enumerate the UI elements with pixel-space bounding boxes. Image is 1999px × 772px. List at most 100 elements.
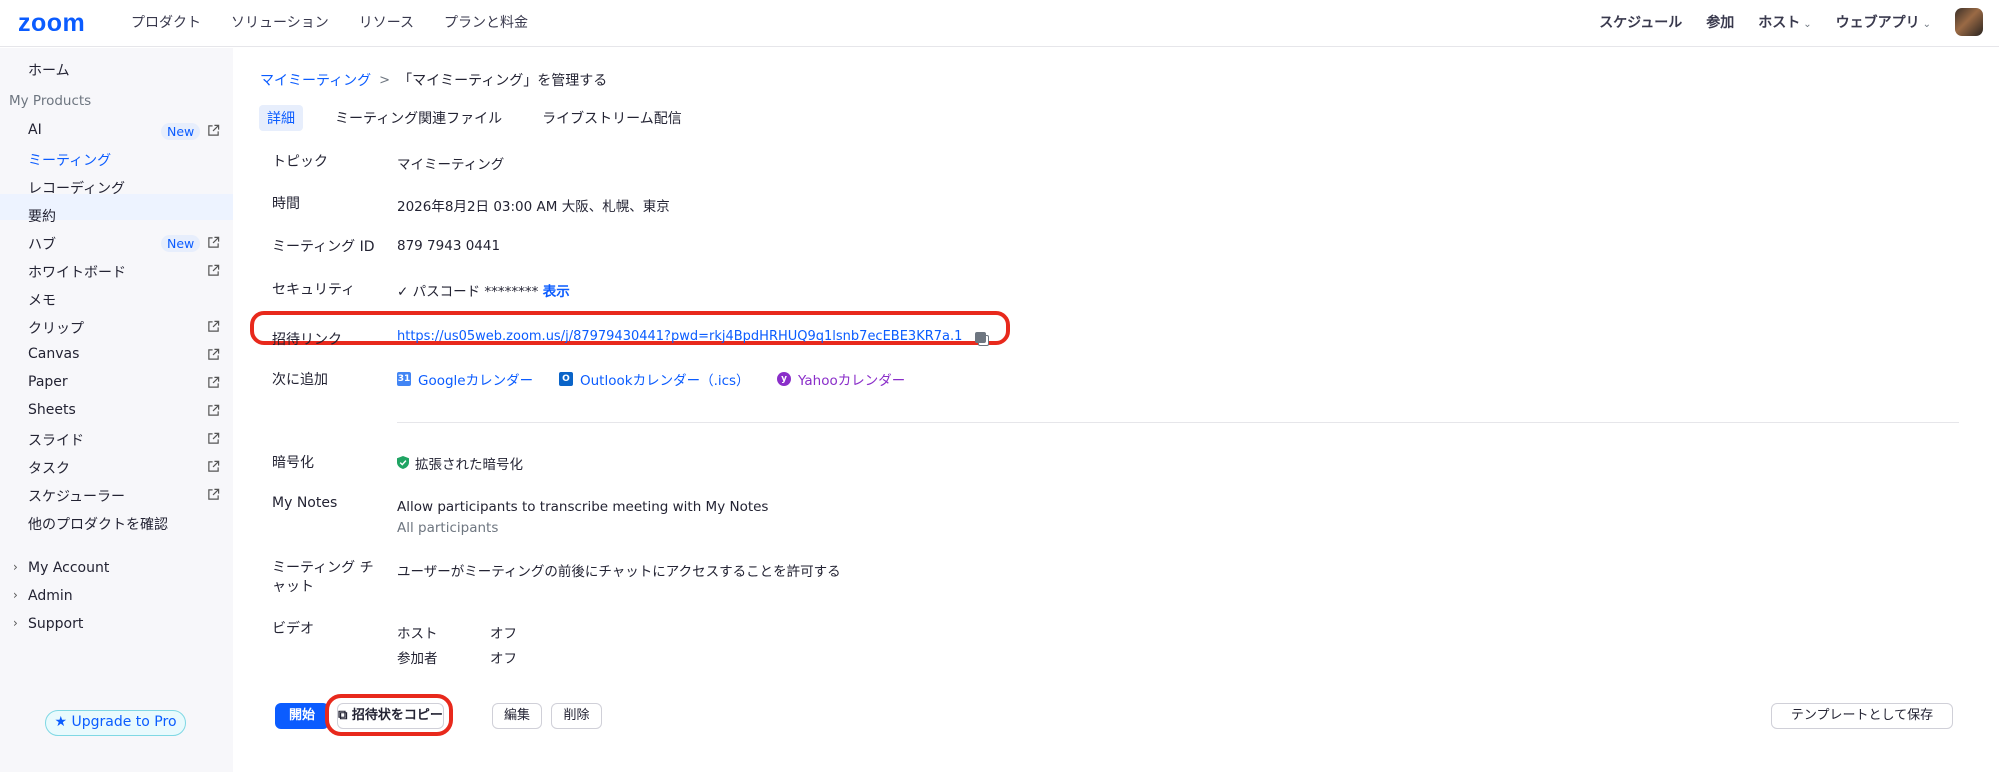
time-label: 時間 (272, 196, 300, 212)
tab-details[interactable]: 詳細 (259, 105, 303, 131)
sidebar-item-clips[interactable]: クリップ (28, 318, 84, 338)
sidebar-item-scheduler[interactable]: スケジューラー (28, 486, 125, 506)
passcode-mask: ******** (484, 284, 539, 300)
my-notes-value: Allow participants to transcribe meeting… (397, 499, 769, 515)
copy-invitation-label: 招待状をコピー (351, 708, 443, 723)
sidebar-item-notes[interactable]: メモ (28, 290, 56, 310)
sidebar-item-summaries[interactable]: 要約 (28, 206, 56, 226)
sidebar-section-support[interactable]: Support (28, 616, 83, 632)
sidebar-section-my-account[interactable]: My Account (28, 560, 109, 576)
show-passcode-link[interactable]: 表示 (543, 284, 570, 300)
encryption-value: 拡張された暗号化 (415, 457, 523, 473)
invite-link-label: 招待リンク (272, 332, 342, 348)
sidebar-heading-my-products: My Products (9, 93, 92, 109)
delete-button[interactable]: 削除 (551, 703, 602, 729)
google-calendar-icon: 31 (397, 372, 411, 386)
my-notes-subvalue: All participants (397, 520, 499, 536)
top-nav-actions: スケジュール 参加 ホスト ⌄ ウェブアプリ ⌄ (1599, 8, 1983, 36)
upgrade-to-pro-button[interactable]: ★ Upgrade to Pro (45, 710, 186, 736)
sidebar-item-slides[interactable]: スライド (28, 430, 84, 450)
yahoo-icon: y (777, 372, 791, 386)
nav-host[interactable]: ホスト ⌄ (1758, 12, 1811, 32)
topic-label: トピック (272, 154, 328, 170)
nav-web-app[interactable]: ウェブアプリ ⌄ (1836, 12, 1931, 32)
google-calendar-link[interactable]: Googleカレンダー (418, 369, 533, 389)
edit-button[interactable]: 編集 (492, 703, 542, 729)
chevron-right-icon: › (13, 616, 18, 630)
sidebar-section-admin[interactable]: Admin (28, 588, 73, 604)
external-link-icon (208, 404, 220, 416)
section-divider (397, 422, 1959, 423)
top-nav-links: プロダクト ソリューション リソース プランと料金 (131, 12, 528, 32)
sidebar-item-tasks[interactable]: タスク (28, 458, 70, 478)
shield-check-icon (397, 456, 409, 469)
copy-invitation-button[interactable]: ⧉ 招待状をコピー (337, 703, 444, 729)
sidebar-item-paper[interactable]: Paper (28, 374, 68, 390)
sidebar-item-explore-products[interactable]: 他のプロダクトを確認 (28, 514, 168, 534)
external-link-icon (208, 348, 220, 360)
nav-products[interactable]: プロダクト (131, 12, 201, 32)
passcode-label: パスコード (412, 284, 481, 300)
breadcrumb-parent[interactable]: マイミーティング (260, 70, 371, 90)
invite-link[interactable]: https://us05web.zoom.us/j/87979430441?pw… (397, 329, 962, 344)
user-avatar[interactable] (1955, 8, 1983, 36)
my-notes-label: My Notes (272, 495, 338, 511)
external-link-icon (208, 376, 220, 388)
nav-schedule[interactable]: スケジュール (1599, 12, 1682, 32)
chevron-right-icon: › (13, 588, 18, 602)
meeting-id-value: 879 7943 0441 (397, 238, 501, 254)
nav-solutions[interactable]: ソリューション (231, 12, 329, 32)
nav-pricing[interactable]: プランと料金 (444, 12, 528, 32)
zoom-logo[interactable]: zoom (18, 9, 85, 38)
meeting-chat-label-line2: ャット (272, 579, 314, 595)
outlook-calendar-link[interactable]: Outlookカレンダー（.ics） (580, 369, 750, 389)
chevron-down-icon: ⌄ (1922, 19, 1931, 30)
new-badge: New (161, 235, 201, 252)
external-link-icon (208, 124, 220, 136)
save-as-template-button[interactable]: テンプレートとして保存 (1771, 703, 1953, 729)
external-link-icon (208, 264, 220, 276)
copy-icon: ⧉ (338, 708, 348, 723)
meeting-chat-label-line1: ミーティング チ (272, 560, 374, 576)
top-navigation: zoom プロダクト ソリューション リソース プランと料金 スケジュール 参加… (0, 0, 1999, 47)
sidebar-item-whiteboard[interactable]: ホワイトボード (28, 262, 126, 282)
nav-resources[interactable]: リソース (359, 12, 414, 32)
video-participant-label: 参加者 (397, 651, 438, 667)
chevron-right-icon: › (13, 560, 18, 574)
tab-livestream[interactable]: ライブストリーム配信 (534, 105, 690, 131)
add-to-calendar-label: 次に追加 (272, 372, 328, 388)
time-value: 2026年8月2日 03:00 AM 大阪、札幌、東京 (397, 199, 670, 215)
sidebar-item-canvas[interactable]: Canvas (28, 346, 79, 362)
sidebar-item-recordings[interactable]: レコーディング (28, 178, 125, 198)
sidebar-item-hub[interactable]: ハブ (28, 234, 56, 254)
external-link-icon (208, 320, 220, 332)
meeting-id-label: ミーティング ID (272, 239, 375, 255)
yahoo-calendar-link[interactable]: Yahooカレンダー (798, 369, 905, 389)
check-icon: ✓ (397, 284, 409, 300)
nav-join[interactable]: 参加 (1706, 12, 1734, 32)
breadcrumb-current: 「マイミーティング」を管理する (398, 73, 608, 89)
video-host-value: オフ (490, 626, 517, 642)
external-link-icon (208, 432, 220, 444)
start-button[interactable]: 開始 (275, 703, 329, 729)
tab-meeting-files[interactable]: ミーティング関連ファイル (327, 105, 510, 131)
video-label: ビデオ (272, 621, 314, 637)
encryption-label: 暗号化 (272, 455, 314, 471)
sidebar-item-ai[interactable]: AI (28, 122, 42, 138)
sidebar-item-home[interactable]: ホーム (28, 60, 70, 80)
sidebar-item-sheets[interactable]: Sheets (28, 402, 76, 418)
upgrade-label: Upgrade to Pro (71, 714, 177, 730)
video-host-label: ホスト (397, 626, 438, 642)
new-badge: New (161, 123, 201, 140)
external-link-icon (208, 236, 220, 248)
copy-icon[interactable] (975, 332, 989, 346)
topic-value: マイミーティング (397, 157, 505, 173)
star-icon: ★ (54, 714, 68, 730)
outlook-icon: O (559, 372, 573, 386)
breadcrumb-separator: > (379, 72, 391, 88)
security-value: ✓ パスコード ******** 表示 (397, 280, 570, 300)
breadcrumb: マイミーティング > 「マイミーティング」を管理する (260, 70, 607, 90)
sidebar-item-meetings[interactable]: ミーティング (28, 150, 111, 170)
external-link-icon (208, 460, 220, 472)
meeting-chat-value: ユーザーがミーティングの前後にチャットにアクセスすることを許可する (397, 564, 841, 580)
